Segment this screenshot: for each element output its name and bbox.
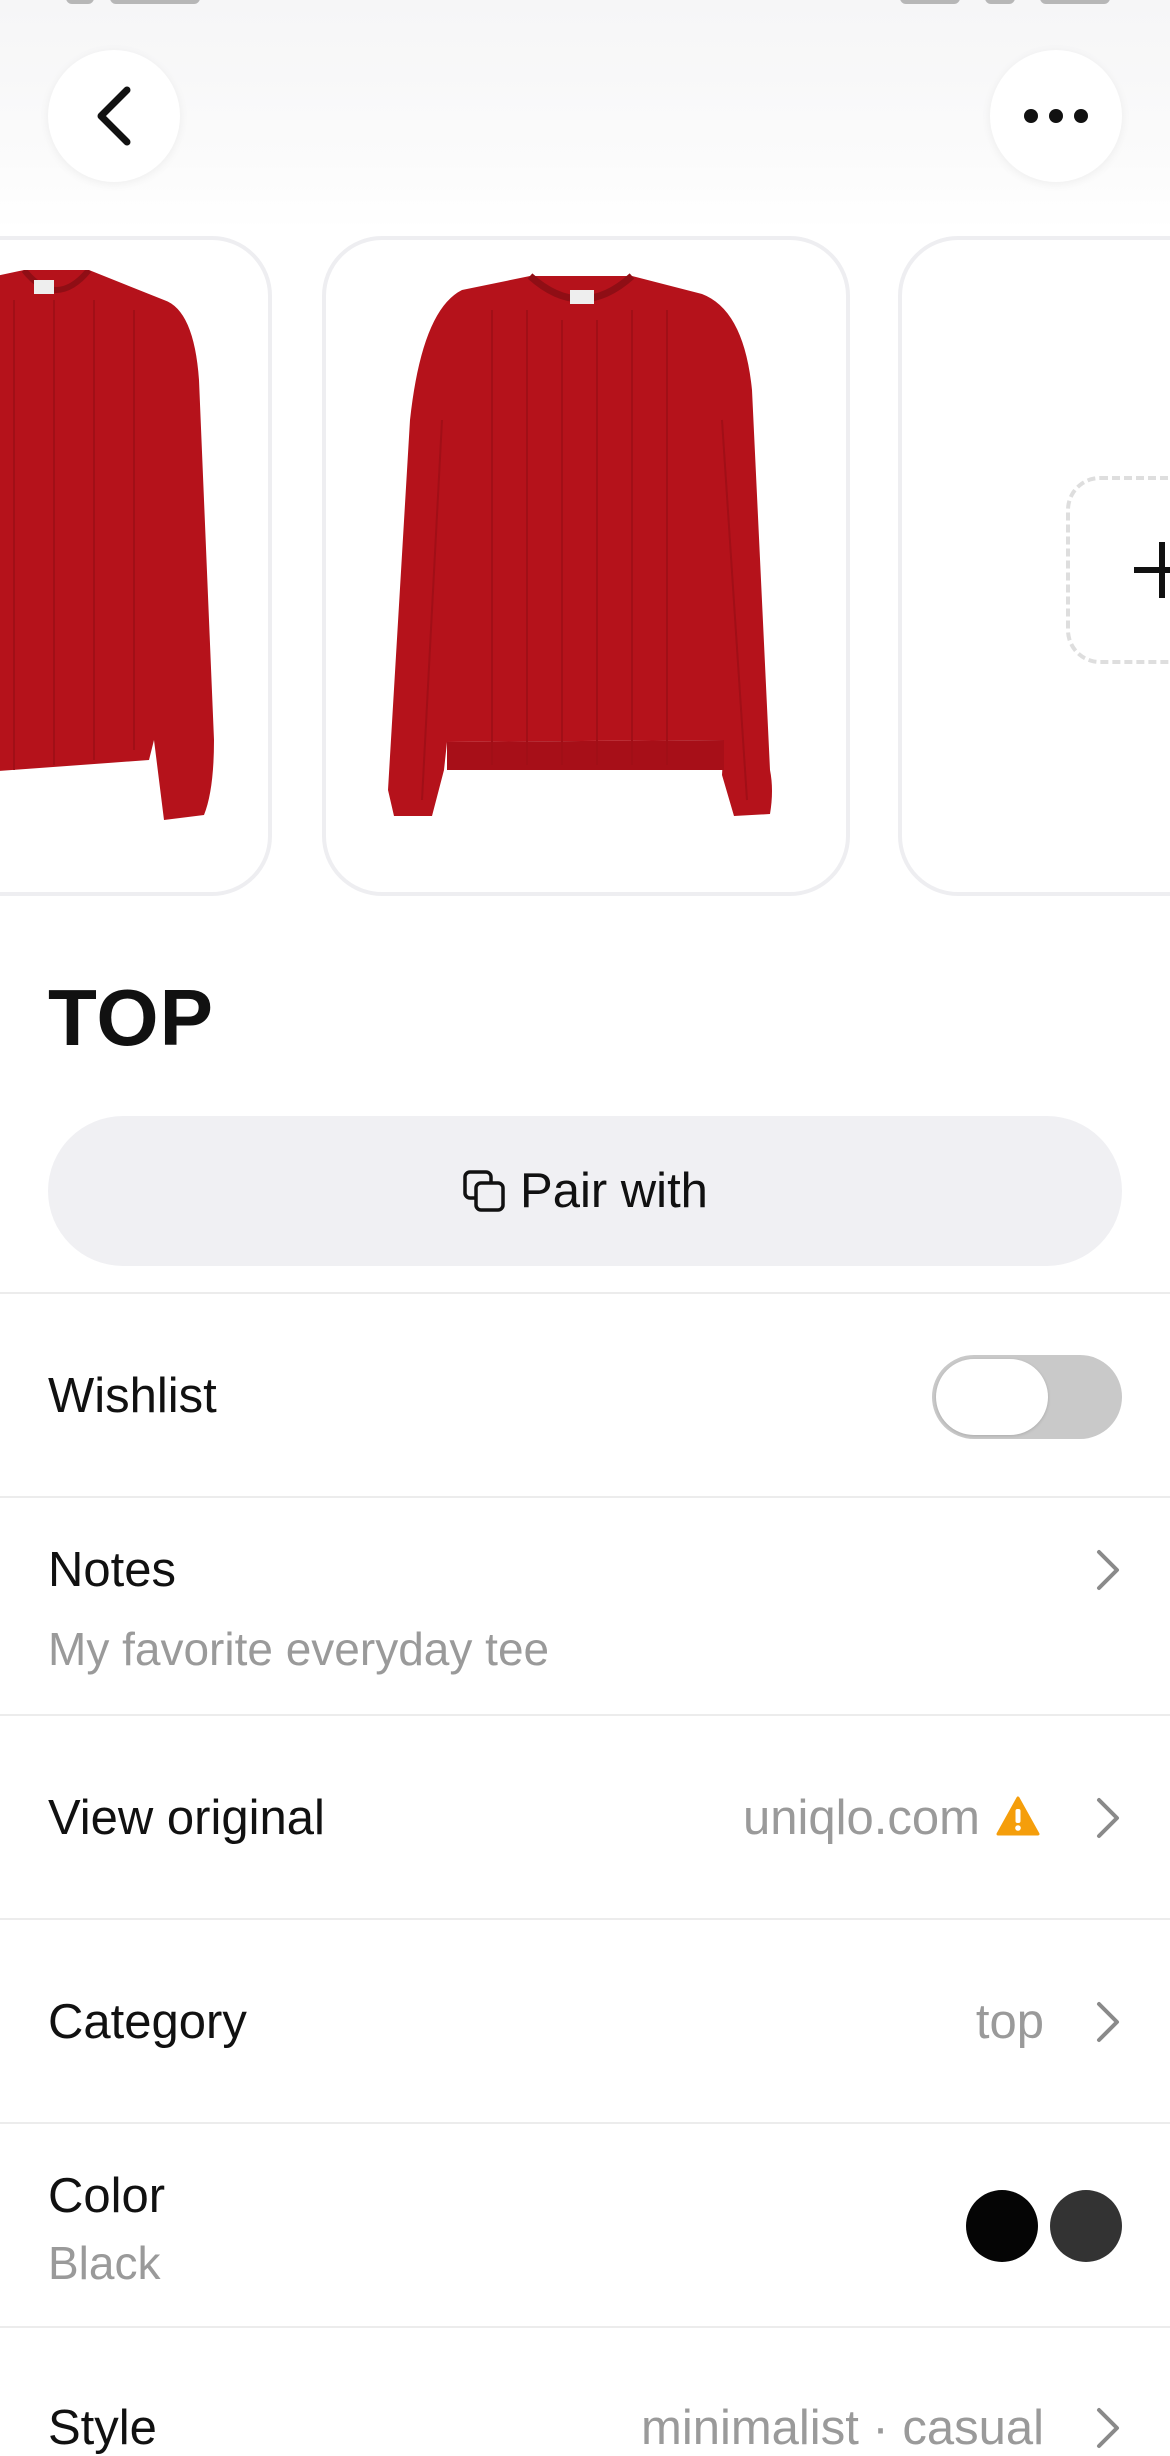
color-swatch-dark-gray <box>1050 2190 1122 2262</box>
chevron-right-icon <box>1097 1550 1119 1590</box>
add-photo-icon <box>1134 542 1170 598</box>
chevron-right-icon <box>1097 2408 1119 2448</box>
signal-icon <box>900 0 960 4</box>
chevron-right-icon <box>1097 2002 1119 2042</box>
item-title: TOP <box>48 973 215 1062</box>
carousel-card-sweater[interactable] <box>322 236 850 896</box>
view-original-label: View original <box>48 1791 325 1845</box>
category-value: top <box>975 1995 1044 2049</box>
red-sweater-image <box>388 273 772 816</box>
color-value: Black <box>48 2237 161 2289</box>
wishlist-toggle[interactable] <box>932 1355 1122 1439</box>
carousel-card-add[interactable] <box>898 236 1170 896</box>
warning-icon <box>996 1796 1040 1836</box>
toggle-knob <box>936 1359 1048 1435</box>
red-sweater-image <box>0 270 214 820</box>
category-label: Category <box>48 1995 247 2049</box>
style-label: Style <box>48 2401 157 2455</box>
chevron-left-icon <box>97 86 131 146</box>
color-swatch-black <box>966 2190 1038 2262</box>
carousel-card-sweater[interactable] <box>0 236 272 896</box>
notes-value: My favorite everyday tee <box>48 1623 550 1675</box>
style-value: minimalist · casual <box>641 2401 1044 2455</box>
notes-row[interactable] <box>0 1498 1170 1714</box>
status-bar-time-fragment <box>66 0 94 4</box>
wifi-icon <box>985 0 1015 4</box>
more-options-button[interactable] <box>990 50 1122 182</box>
pair-with-label: Pair with <box>520 1164 708 1218</box>
wishlist-label: Wishlist <box>48 1369 217 1423</box>
battery-icon <box>1040 0 1110 4</box>
chevron-right-icon <box>1097 1798 1119 1838</box>
color-label: Color <box>48 2169 166 2223</box>
back-button[interactable] <box>48 50 180 182</box>
view-original-domain: uniqlo.com <box>743 1791 980 1845</box>
notes-label: Notes <box>48 1543 177 1597</box>
status-bar-time-fragment <box>110 0 200 4</box>
pair-with-button[interactable]: Pair with <box>48 1116 1122 1266</box>
image-carousel[interactable] <box>0 236 1170 904</box>
ellipsis-icon <box>1024 109 1088 123</box>
copy-icon <box>463 1170 505 1212</box>
